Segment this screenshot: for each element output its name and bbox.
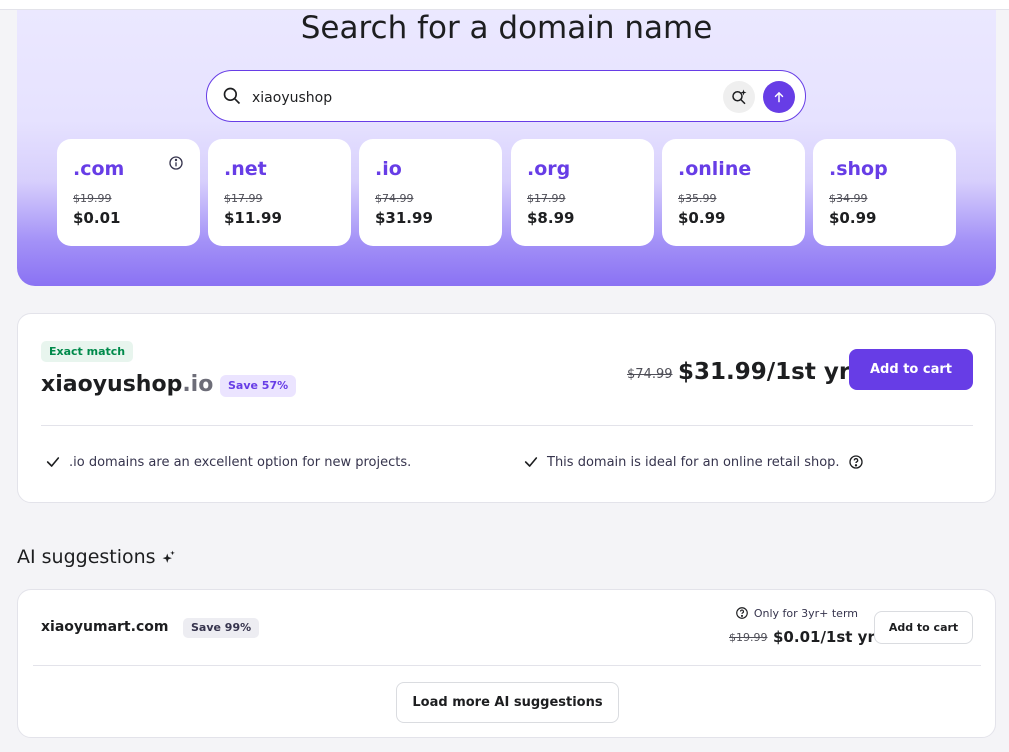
search-icon	[223, 87, 241, 105]
tld-old-price: $19.99	[73, 192, 112, 205]
exact-match-domain: xiaoyushop.io	[41, 372, 213, 397]
load-more-ai-suggestions-button[interactable]: Load more AI suggestions	[396, 682, 619, 723]
exact-match-card: Exact match xiaoyushop.io Save 57% $74.9…	[17, 313, 996, 503]
domain-tld: .io	[182, 372, 214, 397]
tld-old-price: $17.99	[527, 192, 566, 205]
suggestion-price: $0.01/1st yr	[773, 628, 875, 646]
ai-suggestions-title: AI suggestions	[17, 546, 156, 568]
feature-text: This domain is ideal for an online retai…	[547, 454, 840, 470]
tld-old-price: $34.99	[829, 192, 868, 205]
tld-name: .org	[527, 158, 571, 180]
ai-search-button[interactable]	[723, 81, 755, 113]
feature-item: This domain is ideal for an online retai…	[523, 452, 872, 472]
tld-price: $31.99	[375, 209, 433, 227]
tld-card-org[interactable]: .org $17.99 $8.99	[511, 139, 654, 246]
suggestion-domain: xiaoyumart.com	[41, 619, 169, 635]
help-icon[interactable]	[735, 606, 749, 620]
feature-text: .io domains are an excellent option for …	[69, 454, 412, 470]
tld-price: $11.99	[224, 209, 282, 227]
domain-search-bar[interactable]	[206, 70, 806, 122]
feature-item: .io domains are an excellent option for …	[45, 452, 411, 472]
tld-price: $8.99	[527, 209, 575, 227]
tld-card-com[interactable]: .com $19.99 $0.01	[57, 139, 200, 246]
tld-old-price: $17.99	[224, 192, 263, 205]
tld-name: .net	[224, 158, 267, 180]
tld-card-io[interactable]: .io $74.99 $31.99	[359, 139, 502, 246]
old-price: $74.99	[627, 367, 673, 382]
suggestion-add-to-cart-button[interactable]: Add to cart	[874, 611, 973, 644]
ai-search-icon	[732, 89, 747, 105]
term-note-text: Only for 3yr+ term	[753, 606, 858, 620]
ai-suggestions-heading: AI suggestions	[17, 546, 176, 568]
divider	[33, 665, 981, 666]
add-to-cart-button[interactable]: Add to cart	[849, 349, 973, 390]
tld-price: $0.99	[829, 209, 877, 227]
tld-card-online[interactable]: .online $35.99 $0.99	[662, 139, 805, 246]
tld-name: .shop	[829, 158, 888, 180]
tld-card-shop[interactable]: .shop $34.99 $0.99	[813, 139, 956, 246]
sparkle-icon	[162, 550, 175, 563]
page-title: Search for a domain name	[300, 10, 713, 46]
search-submit-button[interactable]	[763, 81, 795, 113]
top-bar	[0, 0, 1009, 10]
arrow-up-icon	[774, 91, 784, 103]
domain-search-input[interactable]	[250, 85, 674, 111]
divider	[41, 425, 973, 426]
term-note: Only for 3yr+ term	[735, 606, 858, 620]
tld-name: .com	[73, 158, 125, 180]
info-icon[interactable]	[168, 155, 184, 171]
tld-name: .online	[678, 158, 752, 180]
tld-price: $0.99	[678, 209, 726, 227]
hero-section: Search for a domain name .com $19.99 $0.…	[17, 10, 996, 286]
checkmark-icon	[46, 457, 60, 467]
suggestion-old-price: $19.99	[729, 631, 768, 644]
domain-name: xiaoyushop	[41, 372, 183, 397]
help-icon[interactable]	[848, 454, 864, 470]
suggestion-save-badge: Save 99%	[183, 618, 260, 638]
checkmark-icon	[524, 457, 538, 467]
tld-card-net[interactable]: .net $17.99 $11.99	[208, 139, 351, 246]
tld-old-price: $74.99	[375, 192, 414, 205]
price: $31.99/1st yr	[678, 359, 851, 385]
exact-match-badge: Exact match	[41, 341, 134, 362]
tld-old-price: $35.99	[678, 192, 717, 205]
ai-suggestions-card: xiaoyumart.com Save 99% Only for 3yr+ te…	[17, 589, 996, 738]
save-badge: Save 57%	[220, 375, 297, 397]
tld-price: $0.01	[73, 209, 121, 227]
tld-name: .io	[375, 158, 402, 180]
